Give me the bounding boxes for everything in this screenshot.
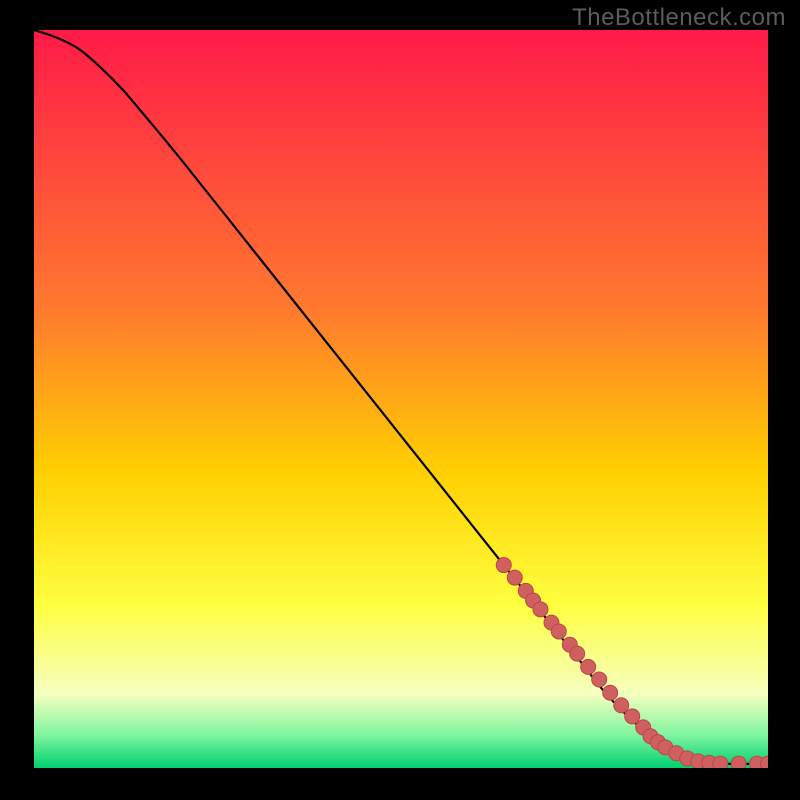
- data-marker: [603, 685, 618, 700]
- data-marker: [507, 570, 522, 585]
- data-marker: [713, 756, 728, 768]
- gradient-background: [34, 30, 768, 768]
- plot-area: [34, 30, 768, 768]
- bottleneck-chart: [34, 30, 768, 768]
- data-marker: [614, 698, 629, 713]
- data-marker: [581, 659, 596, 674]
- data-marker: [625, 709, 640, 724]
- data-marker: [731, 756, 746, 768]
- data-marker: [533, 602, 548, 617]
- chart-frame: TheBottleneck.com: [0, 0, 800, 800]
- data-marker: [592, 672, 607, 687]
- data-marker: [570, 646, 585, 661]
- data-marker: [496, 558, 511, 573]
- data-marker: [551, 624, 566, 639]
- watermark-text: TheBottleneck.com: [572, 4, 786, 32]
